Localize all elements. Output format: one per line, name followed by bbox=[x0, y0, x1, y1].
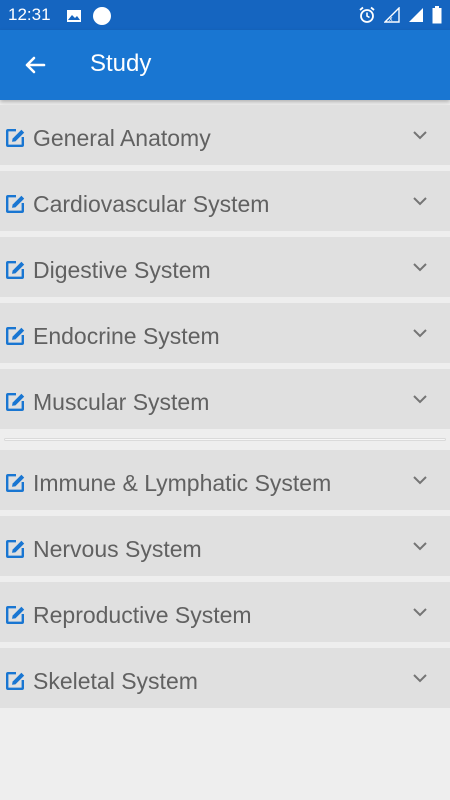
chevron-down-icon bbox=[413, 197, 427, 206]
section-label: Reproductive System bbox=[33, 602, 252, 628]
section-label: Cardiovascular System bbox=[33, 191, 270, 217]
status-left-icons bbox=[66, 6, 112, 26]
section-label: Digestive System bbox=[33, 257, 211, 283]
app-bar: Study bbox=[0, 30, 450, 100]
status-right-icons: x bbox=[358, 6, 442, 24]
chevron-down-icon bbox=[413, 476, 427, 485]
image-icon bbox=[67, 10, 81, 22]
chevron-down-icon bbox=[413, 329, 427, 338]
chevron-down-icon bbox=[413, 395, 427, 404]
section-item[interactable]: Reproductive System bbox=[0, 582, 450, 642]
chevron-down-icon bbox=[413, 542, 427, 551]
signal-icon bbox=[409, 8, 423, 22]
chevron-down-icon bbox=[413, 131, 427, 140]
chevron-down-icon bbox=[413, 608, 427, 617]
section-label: Muscular System bbox=[33, 389, 210, 415]
section-item[interactable]: Cardiovascular System bbox=[0, 171, 450, 231]
edit-icon bbox=[6, 327, 25, 345]
edit-icon bbox=[6, 606, 25, 624]
battery-icon bbox=[432, 6, 442, 24]
status-time: 12:31 bbox=[8, 5, 51, 24]
circle-dot-icon bbox=[93, 7, 111, 25]
section-item[interactable]: Immune & Lymphatic System bbox=[0, 450, 450, 510]
status-bar: 12:31 x bbox=[0, 0, 450, 30]
edit-icon bbox=[6, 393, 25, 411]
section-item[interactable]: Endocrine System bbox=[0, 303, 450, 363]
section-label: General Anatomy bbox=[33, 125, 211, 151]
section-label: Endocrine System bbox=[33, 323, 220, 349]
page-title: Study bbox=[90, 50, 152, 77]
svg-text:x: x bbox=[389, 16, 393, 23]
section-item[interactable]: General Anatomy bbox=[0, 105, 450, 165]
section-item[interactable]: Skeletal System bbox=[0, 648, 450, 708]
section-item[interactable]: Nervous System bbox=[0, 516, 450, 576]
section-label: Immune & Lymphatic System bbox=[33, 470, 332, 496]
signal-icon: x bbox=[384, 7, 400, 23]
chevron-down-icon bbox=[413, 674, 427, 683]
divider-line bbox=[4, 438, 446, 441]
back-button[interactable] bbox=[20, 50, 50, 80]
chevron-down-icon bbox=[413, 263, 427, 272]
section-item[interactable]: Digestive System bbox=[0, 237, 450, 297]
section-item[interactable]: Muscular System bbox=[0, 369, 450, 429]
edit-icon bbox=[6, 261, 25, 279]
list-divider bbox=[0, 431, 450, 449]
edit-icon bbox=[6, 474, 25, 492]
edit-icon bbox=[6, 129, 25, 147]
alarm-icon bbox=[359, 6, 375, 23]
edit-icon bbox=[6, 672, 25, 690]
edit-icon bbox=[6, 195, 25, 213]
arrow-back-icon bbox=[25, 56, 46, 74]
section-label: Nervous System bbox=[33, 536, 202, 562]
edit-icon bbox=[6, 540, 25, 558]
section-label: Skeletal System bbox=[33, 668, 198, 694]
